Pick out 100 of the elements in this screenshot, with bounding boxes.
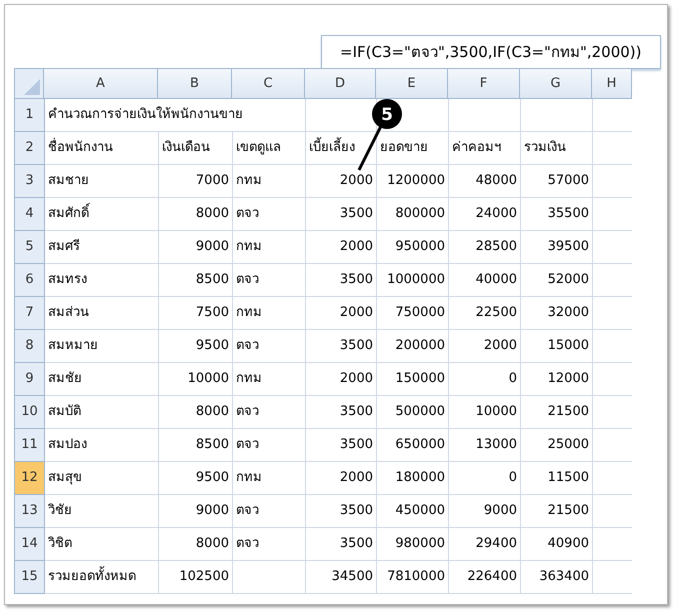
table-cell-text: 28500 [476,238,517,256]
table-cell-text: สมชาย [48,172,89,190]
table-cell-text: 2000 [340,304,373,322]
table-cell-text: กทม [236,469,262,488]
table-cell-text: 9500 [196,469,229,488]
row-header[interactable]: 2 [15,132,45,165]
column-header[interactable]: E [376,69,448,99]
table-cell-text: 3500 [340,337,373,356]
table-cell-text: 35500 [548,205,589,224]
table-cell-text: 2000 [340,370,373,388]
column-header[interactable]: H [592,69,632,99]
row-header[interactable]: 1 [15,99,45,132]
table-cell-text: 57000 [548,172,589,190]
table-cell-text: 13000 [476,436,517,454]
table-cell-text: 9000 [484,502,517,520]
table-cell-text: 21500 [548,403,589,422]
table-cell-text: 3500 [340,502,373,520]
table-cell-text: 950000 [395,238,445,256]
table-cell: รวมยอดทั้งหมด [48,567,136,587]
table-cell-text: 9000 [196,238,229,256]
table-cell-text: ตจว [236,271,259,290]
table-cell-text: 180000 [395,469,445,488]
table-cell-text: 9000 [196,502,229,520]
table-cell-text: 1200000 [387,172,445,190]
table-cell-text: สมบัติ [48,403,81,422]
column-header[interactable]: B [158,69,232,99]
select-all-corner[interactable] [15,69,44,99]
table-cell-text: 200000 [395,337,445,356]
row-header[interactable]: 4 [15,198,45,231]
formula-field[interactable]: =IF(C3="ตจว",3500,IF(C3="กทม",2000)) [321,35,661,69]
table-cell-text: 22500 [476,304,517,322]
row-header[interactable]: 12 [15,462,45,495]
column-header[interactable]: A [44,69,158,99]
table-cell-text: กทม [236,370,262,388]
table-cell-text: 10000 [476,403,517,422]
table-cell-text: 9500 [196,337,229,356]
table-cell-text: 2000 [340,172,373,190]
table-cell-text: 24000 [476,205,517,224]
table-cell-text: 7810000 [387,568,445,586]
column-header[interactable]: F [448,69,520,99]
table-cell-text: 226400 [467,568,517,586]
header-cell-text: รวมเงิน [524,139,566,158]
table-cell-text: 0 [508,370,517,388]
table-cell-text: กทม [236,238,262,256]
table-cell-text: 150000 [395,370,445,388]
row-header[interactable]: 6 [15,264,45,297]
column-header[interactable]: C [232,69,305,99]
column-header[interactable]: D [305,69,376,99]
table-cell-text: 2000 [340,469,373,488]
row-header[interactable]: 9 [15,363,45,396]
table-cell-text: 1000000 [387,271,445,290]
table-cell-text: 10000 [188,370,229,388]
table-cell-text: 48000 [476,172,517,190]
table-cell-text: ตจว [236,535,259,554]
table-cell-text: 21500 [548,502,589,520]
table-cell-text: ตจว [236,436,259,454]
row-header[interactable]: 8 [15,330,45,363]
table-cell-text: 8000 [196,205,229,224]
table-cell-text: 40000 [476,271,517,290]
table-cell-text: 750000 [395,304,445,322]
table-cell-text: 40900 [548,535,589,554]
row-header[interactable]: 10 [15,396,45,429]
column-header[interactable]: G [520,69,592,99]
table-cell-text: 8000 [196,403,229,422]
table-cell-text: ตจว [236,403,259,422]
table-cell-text: 450000 [395,502,445,520]
row-header[interactable]: 13 [15,495,45,528]
table-cell-text: 3500 [340,205,373,224]
table-cell-text: 3500 [340,271,373,290]
row-header[interactable]: 14 [15,528,45,561]
table-cell: สมศักดิ์ [48,204,89,224]
row-header[interactable]: 5 [15,231,45,264]
table-cell-text: 32000 [548,304,589,322]
table-cell-text: กทม [236,304,262,322]
table-cell-text: 29400 [476,535,517,554]
table-cell-text: ตจว [236,205,259,224]
table-cell-text: ตจว [236,337,259,356]
table-cell-text: 363400 [539,568,589,586]
table-cell-text: วิชิต [48,535,72,554]
table-cell-text: สมส่วน [48,304,89,322]
header-cell-text: เงินเดือน [162,139,210,158]
header-cell: ชื่อพนักงาน [48,138,113,158]
table-cell-text: 102500 [179,568,229,586]
table-cell-text: 2000 [484,337,517,356]
triangle-icon [24,79,40,95]
table-cell-text: 39500 [548,238,589,256]
table-cell-text: 52000 [548,271,589,290]
table-cell-text: สมสุข [48,469,82,488]
header-cell-text: ยอดขาย [380,139,428,158]
title-cell: คำนวณการจ่ายเงินให้พนักงานขาย [45,99,306,132]
table-cell-text: 7000 [196,172,229,190]
table-cell-text: สมศรี [48,238,80,256]
table-cell-text: 8000 [196,535,229,554]
table-cell-text: 3500 [340,403,373,422]
row-header[interactable]: 3 [15,165,45,198]
row-header[interactable]: 11 [15,429,45,462]
table-cell-text: สมทรง [48,271,87,290]
row-header[interactable]: 7 [15,297,45,330]
table-cell-text: 500000 [395,403,445,422]
row-header[interactable]: 15 [15,561,45,594]
